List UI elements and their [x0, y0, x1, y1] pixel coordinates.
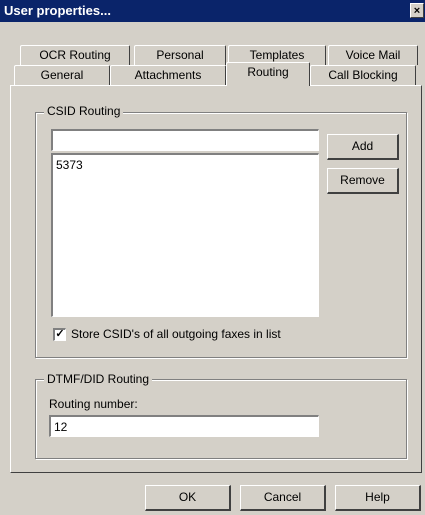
tab-voice-mail[interactable]: Voice Mail [328, 45, 418, 65]
tab-call-blocking[interactable]: Call Blocking [310, 65, 416, 85]
cancel-button[interactable]: Cancel [240, 485, 326, 511]
tab-general[interactable]: General [14, 65, 110, 85]
help-button[interactable]: Help [335, 485, 421, 511]
list-item[interactable]: 5373 [56, 158, 83, 172]
tab-routing[interactable]: Routing [226, 62, 310, 86]
ok-button[interactable]: OK [145, 485, 231, 511]
user-properties-dialog: User properties... × OCR Routing Persona… [0, 0, 425, 515]
title-bar[interactable]: User properties... × [0, 0, 425, 22]
store-csid-checkbox[interactable]: ✓ [53, 328, 66, 341]
store-csid-label[interactable]: Store CSID's of all outgoing faxes in li… [71, 327, 281, 341]
routing-number-input[interactable] [49, 415, 319, 437]
routing-number-label: Routing number: [49, 397, 138, 411]
add-button[interactable]: Add [327, 134, 399, 160]
tab-attachments[interactable]: Attachments [110, 65, 226, 85]
window-title: User properties... [4, 3, 111, 18]
tab-ocr-routing[interactable]: OCR Routing [20, 45, 130, 65]
dtmf-routing-title: DTMF/DID Routing [44, 372, 153, 386]
close-icon[interactable]: × [410, 3, 424, 18]
remove-button[interactable]: Remove [327, 168, 399, 194]
csid-routing-title: CSID Routing [44, 104, 124, 118]
csid-list[interactable]: 5373 [51, 153, 319, 317]
tab-personal[interactable]: Personal [134, 45, 226, 65]
routing-tab-panel: CSID Routing 5373 Add Remove ✓ Store CSI… [10, 85, 422, 473]
csid-input[interactable] [51, 129, 319, 151]
